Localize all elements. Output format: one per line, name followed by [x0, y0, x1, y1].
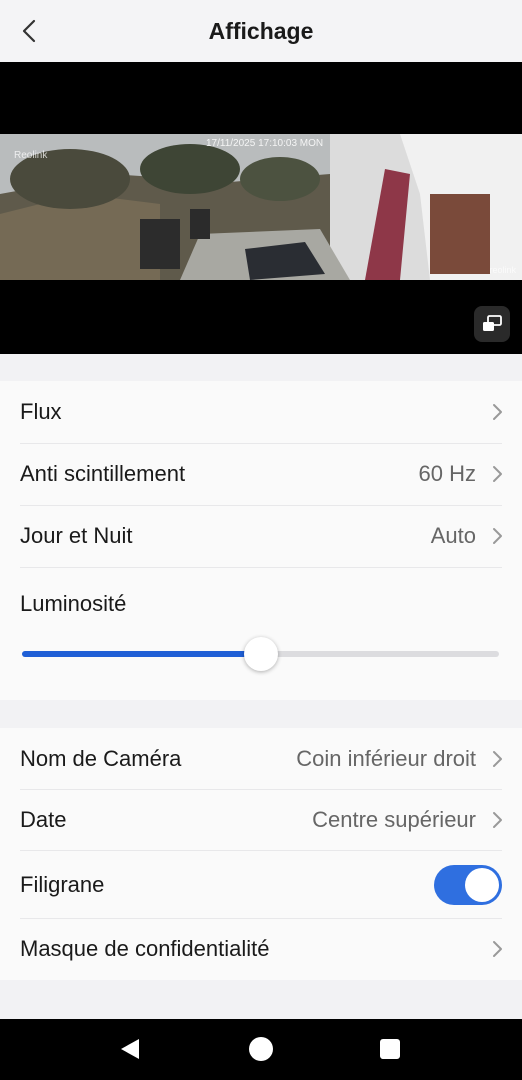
day-night-row[interactable]: Jour et Nuit Auto [0, 505, 522, 567]
divider [20, 850, 502, 851]
day-night-value: Auto [430, 523, 476, 548]
screen-switch-icon [483, 315, 502, 331]
slider-thumb[interactable] [243, 637, 278, 671]
divider [20, 567, 502, 568]
page-title: Affichage [208, 17, 314, 44]
brightness-row: Luminosité [0, 573, 522, 635]
camera-preview[interactable]: Reolink 17/11/2025 17:10:03 MON reolink [0, 62, 522, 354]
screen-toggle-button[interactable] [474, 306, 510, 342]
app-header: Affichage [0, 0, 522, 62]
day-night-label: Jour et Nuit [20, 523, 133, 548]
camera-name-value: Coin inférieur droit [296, 746, 476, 771]
date-row[interactable]: Date Centre supérieur [0, 789, 522, 851]
chevron-right-icon [493, 466, 502, 482]
chevron-right-icon [493, 751, 502, 767]
osd-date: 17/11/2025 17:10:03 MON [206, 138, 324, 149]
chevron-right-icon [493, 528, 502, 544]
watermark-logo: reolink [489, 265, 516, 275]
watermark-label: Filigrane [20, 872, 105, 897]
date-label: Date [20, 807, 67, 832]
chevron-right-icon [493, 941, 502, 957]
osd-settings-group: Nom de Caméra Coin inférieur droit Date … [0, 728, 522, 980]
flux-label: Flux [20, 399, 62, 424]
slider-fill [22, 651, 261, 657]
nav-recents-icon[interactable] [380, 1039, 400, 1059]
display-settings-group: Flux Anti scintillement 60 Hz Jour et Nu… [0, 381, 522, 700]
camera-name-row[interactable]: Nom de Caméra Coin inférieur droit [0, 728, 522, 790]
chevron-right-icon [493, 812, 502, 828]
osd-camera-name: Reolink [14, 150, 48, 161]
privacy-mask-row[interactable]: Masque de confidentialité [0, 918, 522, 980]
privacy-mask-label: Masque de confidentialité [20, 936, 270, 961]
flux-row[interactable]: Flux [0, 381, 522, 443]
system-nav-bar [0, 1019, 522, 1080]
brightness-slider[interactable] [22, 634, 499, 674]
anti-flicker-value: 60 Hz [418, 461, 476, 486]
date-value: Centre supérieur [312, 807, 476, 832]
anti-flicker-label: Anti scintillement [20, 461, 186, 486]
nav-home-icon[interactable] [249, 1037, 273, 1061]
chevron-right-icon [493, 404, 502, 420]
back-button[interactable] [14, 16, 44, 46]
watermark-row: Filigrane [0, 852, 522, 918]
toggle-knob [465, 868, 499, 902]
brightness-label: Luminosité [20, 591, 127, 616]
camera-image: Reolink 17/11/2025 17:10:03 MON reolink [0, 134, 522, 280]
anti-flicker-row[interactable]: Anti scintillement 60 Hz [0, 443, 522, 505]
chevron-left-icon [22, 19, 36, 43]
nav-back-icon[interactable] [119, 1037, 141, 1061]
watermark-toggle[interactable] [434, 865, 502, 905]
backyard-scene-image [0, 134, 522, 280]
camera-name-label: Nom de Caméra [20, 746, 182, 771]
